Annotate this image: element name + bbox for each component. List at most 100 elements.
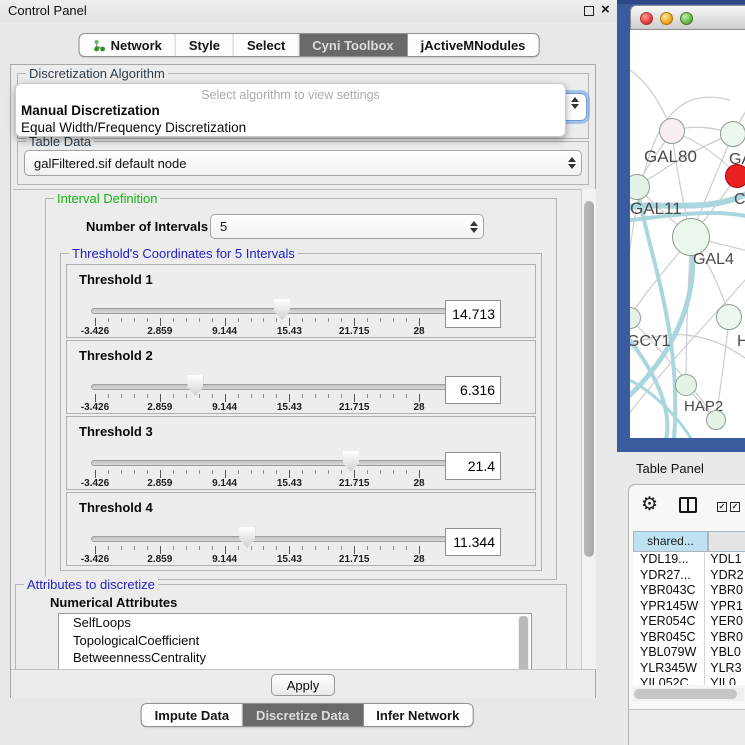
slider-track[interactable]: [91, 384, 449, 390]
tick-mark: [406, 394, 407, 398]
table-cell: YIL0: [705, 676, 745, 685]
close-icon[interactable]: ×: [601, 1, 610, 18]
panel-scrollbar[interactable]: [581, 189, 596, 669]
threshold-value-field[interactable]: 14.713: [445, 300, 501, 328]
tick-mark: [212, 318, 213, 322]
numerical-attributes-list[interactable]: SelfLoopsTopologicalCoefficientBetweenne…: [58, 613, 532, 669]
network-node-c[interactable]: [725, 164, 745, 188]
tick-mark: [315, 546, 316, 550]
table-data-select[interactable]: galFiltered.sif default node: [24, 150, 582, 176]
table-data-group: Table Data galFiltered.sif default node: [17, 141, 589, 185]
network-node-h[interactable]: [716, 304, 742, 330]
zoom-traffic-light[interactable]: [680, 12, 693, 25]
network-canvas[interactable]: GAL80GACGAL11GAL4GCY1HHAP2: [630, 30, 745, 438]
table-row[interactable]: YIL052CYIL0: [633, 676, 745, 685]
table-row[interactable]: YBR045CYBR0: [633, 630, 745, 646]
slider-ticks: [95, 394, 419, 402]
threshold-value-field[interactable]: 6.316: [445, 376, 501, 404]
tick-mark: [199, 546, 200, 550]
tab-impute-data[interactable]: Impute Data: [142, 704, 243, 726]
table-cell: YER0: [705, 614, 745, 630]
tick-mark: [134, 546, 135, 550]
table-cell: YBR0: [705, 630, 745, 646]
tick-mark: [134, 394, 135, 398]
tick-mark: [121, 470, 122, 474]
attribute-list-item[interactable]: SelfLoops: [59, 614, 531, 632]
list-scrollbar[interactable]: [518, 616, 529, 669]
table-horizontal-scrollbar[interactable]: [633, 688, 744, 701]
slider-thumb[interactable]: [187, 375, 203, 396]
tick-label: 21.715: [339, 402, 370, 413]
tick-mark: [186, 470, 187, 474]
float-window-icon[interactable]: [584, 6, 594, 16]
close-traffic-light[interactable]: [640, 12, 653, 25]
gear-icon[interactable]: ⚙: [641, 495, 658, 514]
network-node[interactable]: [706, 410, 726, 430]
slider-track[interactable]: [91, 536, 449, 542]
table-column-header[interactable]: shared...: [633, 531, 708, 552]
table-row[interactable]: YBL079WYBL0: [633, 645, 745, 661]
network-node-label: GAL11: [630, 199, 682, 219]
tick-mark: [173, 546, 174, 550]
table-cell: YDR2: [705, 568, 745, 584]
tab-jactivemnodules[interactable]: jActiveMNodules: [408, 34, 539, 56]
table-row[interactable]: YDR27...YDR2: [633, 568, 745, 584]
minimize-traffic-light[interactable]: [660, 12, 673, 25]
attribute-list-item[interactable]: BetweennessCentrality: [59, 649, 531, 667]
checkbox-icon[interactable]: ✓: [730, 502, 740, 512]
tab-discretize-data[interactable]: Discretize Data: [243, 704, 363, 726]
panel-scrollbar-thumb[interactable]: [584, 201, 594, 557]
tab-style[interactable]: Style: [176, 34, 234, 56]
slider-track[interactable]: [91, 460, 449, 466]
slider-thumb[interactable]: [343, 451, 359, 472]
slider-thumb[interactable]: [239, 527, 255, 548]
stepper-down-icon: [470, 228, 478, 233]
tick-mark: [419, 318, 420, 326]
tick-mark: [341, 546, 342, 550]
table-row[interactable]: YBR043CYBR0: [633, 583, 745, 599]
network-node-ga[interactable]: [720, 121, 745, 147]
tab-select[interactable]: Select: [234, 34, 299, 56]
tab-network[interactable]: Network: [80, 34, 176, 56]
tick-mark: [354, 394, 355, 402]
table-column-header[interactable]: na: [708, 531, 745, 552]
table-row[interactable]: YPR145WYPR1: [633, 599, 745, 615]
tick-label: 15.43: [277, 478, 302, 489]
list-scrollbar-thumb[interactable]: [519, 616, 528, 669]
slider-ticks: [95, 318, 419, 326]
threshold-value-field[interactable]: 11.344: [445, 528, 501, 556]
tick-mark: [121, 394, 122, 398]
apply-button[interactable]: Apply: [271, 674, 335, 696]
algorithm-select-stepper[interactable]: [566, 97, 584, 109]
tab-infer-network[interactable]: Infer Network: [363, 704, 472, 726]
tick-mark: [147, 470, 148, 474]
stepper-up-icon: [571, 97, 579, 102]
tab-cyni-toolbox[interactable]: Cyni Toolbox: [299, 34, 407, 56]
table-row[interactable]: YLR345WYLR3: [633, 661, 745, 677]
threshold-value-field[interactable]: 21.4: [445, 452, 501, 480]
table-horizontal-scrollbar-thumb[interactable]: [634, 689, 737, 699]
tick-label: 28: [413, 402, 424, 413]
number-of-intervals-stepper: [465, 221, 483, 233]
slider-ticks: [95, 470, 419, 478]
attribute-list-item[interactable]: TopologicalCoefficient: [59, 632, 531, 650]
algorithm-option[interactable]: Equal Width/Frequency Discretization: [21, 120, 246, 135]
slider-thumb[interactable]: [274, 299, 290, 320]
network-node-gal80[interactable]: [659, 118, 685, 144]
table-cell: YBR0: [705, 583, 745, 599]
number-of-intervals-select[interactable]: 5: [210, 214, 484, 239]
checkbox-icon[interactable]: ✓: [717, 502, 727, 512]
tick-mark: [302, 394, 303, 398]
table-row[interactable]: YER054CYER0: [633, 614, 745, 630]
table-cell: YDL1: [705, 552, 745, 568]
table-cell: YBL0: [705, 645, 745, 661]
control-panel-title: Control Panel: [8, 3, 87, 18]
interval-definition-group: Interval Definition Number of Intervals …: [45, 198, 557, 580]
network-node-label: H: [737, 333, 745, 351]
algorithm-option[interactable]: Manual Discretization: [21, 103, 160, 118]
table-row[interactable]: YDL19...YDL1: [633, 552, 745, 568]
column-browser-icon[interactable]: [679, 497, 697, 513]
tick-mark: [289, 394, 290, 402]
slider-track[interactable]: [91, 308, 449, 314]
network-node-hap2[interactable]: [675, 374, 697, 396]
